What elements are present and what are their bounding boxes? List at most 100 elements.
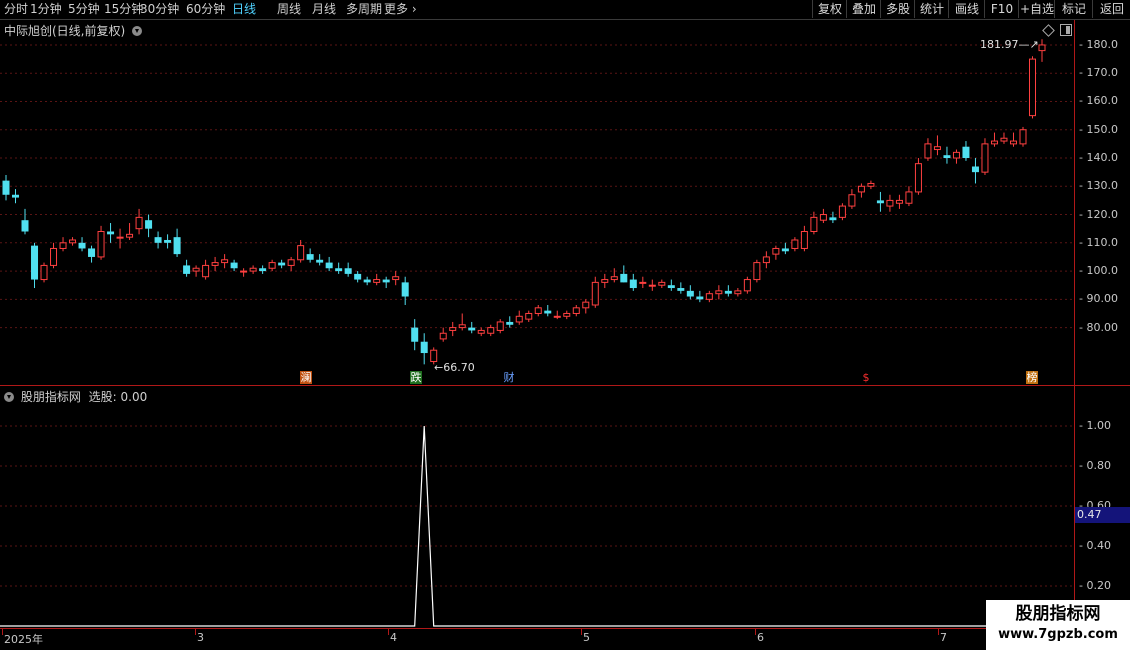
candle — [354, 271, 362, 283]
watermark-title: 股朋指标网 — [1015, 604, 1101, 624]
candle — [230, 259, 238, 272]
price-tick-label: - 110.0 — [1079, 235, 1118, 249]
candle — [971, 158, 979, 184]
tab-period-1[interactable]: 1分钟 — [30, 2, 62, 17]
candle — [857, 183, 865, 198]
price-tick-label: - 80.00 — [1079, 320, 1118, 334]
tab-period-7[interactable]: 周线 — [277, 2, 301, 17]
candle — [677, 282, 685, 294]
date-label: 4 — [390, 631, 397, 644]
event-marker[interactable]: 财 — [503, 371, 515, 384]
toolbar-button-3[interactable]: 统计 — [914, 0, 949, 18]
candle — [990, 132, 998, 147]
candle — [572, 304, 580, 317]
candle — [183, 259, 191, 277]
date-label: 6 — [757, 631, 764, 644]
candle — [116, 228, 124, 249]
toolbar-button-7[interactable]: 标记 — [1054, 0, 1093, 18]
indicator-tick-label: - 1.00 — [1079, 419, 1111, 432]
candle — [724, 285, 732, 297]
tab-period-2[interactable]: 5分钟 — [68, 2, 100, 17]
price-tick-label: - 130.0 — [1079, 179, 1118, 193]
candle — [515, 310, 523, 325]
candle — [363, 276, 371, 286]
candle — [838, 203, 846, 221]
price-tick-label: - 100.0 — [1079, 264, 1118, 278]
toolbar-button-2[interactable]: 多股 — [880, 0, 915, 18]
candle — [553, 310, 561, 320]
candle — [943, 146, 951, 164]
date-tick — [195, 629, 196, 635]
candle — [791, 237, 799, 252]
candle — [287, 256, 295, 272]
candle — [50, 242, 58, 269]
candle — [648, 279, 656, 291]
candle — [487, 324, 495, 337]
candle — [800, 225, 808, 252]
candle — [2, 174, 10, 201]
tab-period-6[interactable]: 日线 — [232, 2, 256, 17]
candle — [373, 273, 381, 286]
price-tick-label: - 140.0 — [1079, 151, 1118, 165]
candle — [1038, 39, 1046, 62]
candle — [154, 231, 162, 249]
tab-period-0[interactable]: 分时 — [4, 2, 28, 17]
event-marker[interactable]: 榜 — [1026, 371, 1038, 384]
date-tick — [938, 629, 939, 635]
candle — [21, 208, 29, 235]
date-axis: 2025年 3 4 5 6 7 — [0, 629, 1074, 650]
event-marker[interactable]: 跌 — [410, 371, 422, 384]
candle — [31, 242, 39, 289]
price-tick-label: - 160.0 — [1079, 94, 1118, 108]
candle — [981, 138, 989, 175]
price-axis: - 180.0 - 170.0 - 160.0 - 150.0 - 140.0 - 130… — [1075, 20, 1130, 385]
tab-period-4[interactable]: 30分钟 — [140, 2, 179, 17]
candle — [753, 259, 761, 283]
price-tick-label: - 150.0 — [1079, 122, 1118, 136]
date-tick — [388, 629, 389, 635]
tab-period-3[interactable]: 15分钟 — [104, 2, 143, 17]
event-marker[interactable]: $ — [860, 371, 872, 384]
candle — [88, 245, 96, 263]
candle — [12, 189, 20, 204]
candle — [249, 265, 257, 274]
toolbar-button-4[interactable]: 画线 — [948, 0, 985, 18]
date-tick — [755, 629, 756, 635]
candle — [221, 254, 229, 269]
candle — [297, 239, 305, 263]
tab-period-9[interactable]: 多周期 — [346, 2, 382, 17]
signal-line — [0, 425, 1074, 627]
candle — [268, 259, 276, 272]
candle — [962, 141, 970, 161]
event-marker[interactable]: 澜 — [300, 371, 312, 384]
tab-period-10[interactable]: 更多 › — [384, 2, 417, 17]
candle — [781, 242, 789, 255]
candle — [306, 248, 314, 263]
indicator-tick-label: - 0.80 — [1079, 459, 1111, 472]
candle — [382, 276, 390, 289]
candle — [534, 304, 542, 317]
candle — [905, 186, 913, 207]
candle — [278, 259, 286, 269]
candle — [867, 180, 875, 190]
candle — [477, 327, 485, 337]
candle — [173, 228, 181, 257]
candle — [411, 319, 419, 351]
candle — [506, 316, 514, 328]
toolbar-button-1[interactable]: 叠加 — [846, 0, 881, 18]
toolbar-button-0[interactable]: 复权 — [812, 0, 847, 18]
candle — [449, 321, 457, 337]
toolbar-button-8[interactable]: 返回 — [1092, 0, 1130, 18]
date-label: 5 — [583, 631, 590, 644]
tab-period-8[interactable]: 月线 — [312, 2, 336, 17]
candle — [591, 276, 599, 308]
candle — [620, 265, 628, 283]
toolbar-button-6[interactable]: +自选 — [1018, 0, 1055, 18]
candle — [686, 285, 694, 300]
candle — [667, 279, 675, 291]
date-label: 7 — [940, 631, 947, 644]
toolbar-button-5[interactable]: F10 — [984, 0, 1019, 18]
candle — [1009, 132, 1017, 147]
tab-period-5[interactable]: 60分钟 — [186, 2, 225, 17]
high-price-label: 181.97—↗ — [980, 38, 1039, 51]
